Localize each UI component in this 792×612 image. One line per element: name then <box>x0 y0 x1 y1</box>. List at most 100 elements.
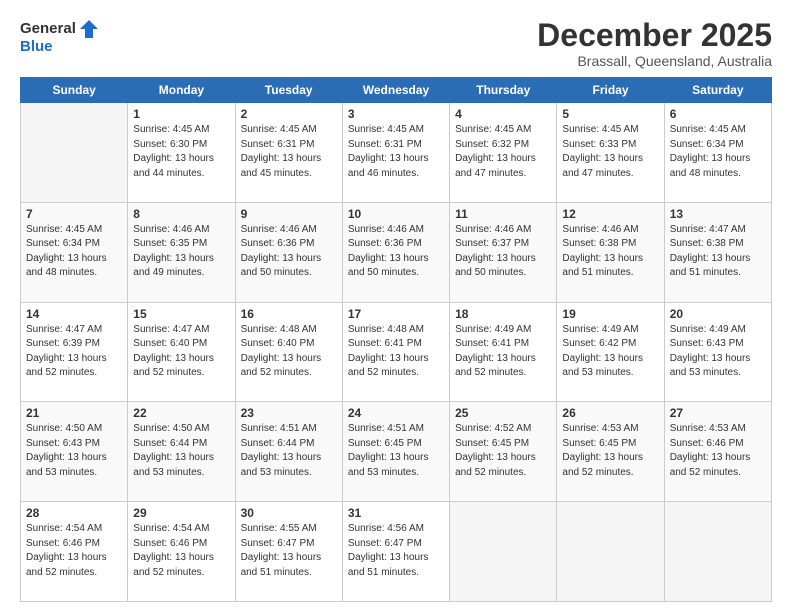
day-number: 30 <box>241 506 337 520</box>
week-row-5: 28 Sunrise: 4:54 AM Sunset: 6:46 PM Dayli… <box>21 502 772 602</box>
day-number: 7 <box>26 207 122 221</box>
weekday-header-wednesday: Wednesday <box>342 78 449 103</box>
day-number: 11 <box>455 207 551 221</box>
cell-info: Sunrise: 4:45 AM Sunset: 6:33 PM Dayligh… <box>562 123 658 181</box>
calendar-cell: 1 Sunrise: 4:45 AM Sunset: 6:30 PM Daylig… <box>128 103 235 203</box>
cell-info: Sunrise: 4:46 AM Sunset: 6:36 PM Dayligh… <box>241 223 337 281</box>
calendar-cell: 28 Sunrise: 4:54 AM Sunset: 6:46 PM Dayli… <box>21 502 128 602</box>
weekday-header-saturday: Saturday <box>664 78 771 103</box>
day-number: 23 <box>241 406 337 420</box>
day-number: 17 <box>348 307 444 321</box>
logo-general-text: General <box>20 20 76 38</box>
calendar-cell: 14 Sunrise: 4:47 AM Sunset: 6:39 PM Dayli… <box>21 302 128 402</box>
calendar-cell: 9 Sunrise: 4:46 AM Sunset: 6:36 PM Daylig… <box>235 202 342 302</box>
cell-info: Sunrise: 4:48 AM Sunset: 6:41 PM Dayligh… <box>348 323 444 381</box>
cell-info: Sunrise: 4:46 AM Sunset: 6:35 PM Dayligh… <box>133 223 229 281</box>
day-number: 1 <box>133 107 229 121</box>
cell-info: Sunrise: 4:47 AM Sunset: 6:40 PM Dayligh… <box>133 323 229 381</box>
day-number: 16 <box>241 307 337 321</box>
calendar-cell <box>450 502 557 602</box>
calendar-cell: 24 Sunrise: 4:51 AM Sunset: 6:45 PM Dayli… <box>342 402 449 502</box>
page: General Blue December 2025 Brassall, Que… <box>0 0 792 612</box>
weekday-header-tuesday: Tuesday <box>235 78 342 103</box>
cell-info: Sunrise: 4:55 AM Sunset: 6:47 PM Dayligh… <box>241 522 337 580</box>
calendar-cell: 21Sunrise: 4:50 AM Sunset: 6:43 PM Dayli… <box>21 402 128 502</box>
month-title: December 2025 <box>537 18 772 53</box>
weekday-header-row: SundayMondayTuesdayWednesdayThursdayFrid… <box>21 78 772 103</box>
week-row-3: 14 Sunrise: 4:47 AM Sunset: 6:39 PM Dayli… <box>21 302 772 402</box>
day-number: 3 <box>348 107 444 121</box>
calendar-cell: 13 Sunrise: 4:47 AM Sunset: 6:38 PM Dayli… <box>664 202 771 302</box>
weekday-header-friday: Friday <box>557 78 664 103</box>
calendar-cell: 5 Sunrise: 4:45 AM Sunset: 6:33 PM Daylig… <box>557 103 664 203</box>
location: Brassall, Queensland, Australia <box>537 53 772 69</box>
day-number: 10 <box>348 207 444 221</box>
calendar-cell <box>664 502 771 602</box>
cell-info: Sunrise: 4:56 AM Sunset: 6:47 PM Dayligh… <box>348 522 444 580</box>
day-number: 28 <box>26 506 122 520</box>
cell-info: Sunrise: 4:45 AM Sunset: 6:30 PM Dayligh… <box>133 123 229 181</box>
cell-info: Sunrise: 4:49 AM Sunset: 6:41 PM Dayligh… <box>455 323 551 381</box>
calendar-cell: 11 Sunrise: 4:46 AM Sunset: 6:37 PM Dayli… <box>450 202 557 302</box>
cell-info: Sunrise: 4:54 AM Sunset: 6:46 PM Dayligh… <box>26 522 122 580</box>
calendar-cell: 23Sunrise: 4:51 AM Sunset: 6:44 PM Dayli… <box>235 402 342 502</box>
cell-info: Sunrise: 4:46 AM Sunset: 6:37 PM Dayligh… <box>455 223 551 281</box>
logo-icon <box>78 18 100 40</box>
header: General Blue December 2025 Brassall, Que… <box>20 18 772 69</box>
weekday-header-thursday: Thursday <box>450 78 557 103</box>
week-row-2: 7 Sunrise: 4:45 AM Sunset: 6:34 PM Daylig… <box>21 202 772 302</box>
cell-info: Sunrise: 4:45 AM Sunset: 6:31 PM Dayligh… <box>348 123 444 181</box>
day-number: 8 <box>133 207 229 221</box>
calendar-cell: 18Sunrise: 4:49 AM Sunset: 6:41 PM Dayli… <box>450 302 557 402</box>
day-number: 29 <box>133 506 229 520</box>
day-number: 14 <box>26 307 122 321</box>
day-number: 5 <box>562 107 658 121</box>
calendar-cell: 4Sunrise: 4:45 AM Sunset: 6:32 PM Daylig… <box>450 103 557 203</box>
calendar-cell: 3 Sunrise: 4:45 AM Sunset: 6:31 PM Daylig… <box>342 103 449 203</box>
day-number: 4 <box>455 107 551 121</box>
calendar-cell: 6Sunrise: 4:45 AM Sunset: 6:34 PM Daylig… <box>664 103 771 203</box>
calendar-cell: 30 Sunrise: 4:55 AM Sunset: 6:47 PM Dayli… <box>235 502 342 602</box>
day-number: 13 <box>670 207 766 221</box>
cell-info: Sunrise: 4:52 AM Sunset: 6:45 PM Dayligh… <box>455 422 551 480</box>
calendar-cell: 27 Sunrise: 4:53 AM Sunset: 6:46 PM Dayli… <box>664 402 771 502</box>
cell-info: Sunrise: 4:45 AM Sunset: 6:31 PM Dayligh… <box>241 123 337 181</box>
logo-blue-text: Blue <box>20 38 53 56</box>
day-number: 2 <box>241 107 337 121</box>
cell-info: Sunrise: 4:46 AM Sunset: 6:36 PM Dayligh… <box>348 223 444 281</box>
calendar-cell: 15 Sunrise: 4:47 AM Sunset: 6:40 PM Dayli… <box>128 302 235 402</box>
cell-info: Sunrise: 4:48 AM Sunset: 6:40 PM Dayligh… <box>241 323 337 381</box>
calendar-cell: 31 Sunrise: 4:56 AM Sunset: 6:47 PM Dayli… <box>342 502 449 602</box>
calendar-cell: 29Sunrise: 4:54 AM Sunset: 6:46 PM Dayli… <box>128 502 235 602</box>
weekday-header-sunday: Sunday <box>21 78 128 103</box>
calendar-cell: 8 Sunrise: 4:46 AM Sunset: 6:35 PM Daylig… <box>128 202 235 302</box>
weekday-header-monday: Monday <box>128 78 235 103</box>
cell-info: Sunrise: 4:45 AM Sunset: 6:34 PM Dayligh… <box>26 223 122 281</box>
cell-info: Sunrise: 4:46 AM Sunset: 6:38 PM Dayligh… <box>562 223 658 281</box>
calendar-cell <box>21 103 128 203</box>
day-number: 9 <box>241 207 337 221</box>
day-number: 6 <box>670 107 766 121</box>
cell-info: Sunrise: 4:47 AM Sunset: 6:39 PM Dayligh… <box>26 323 122 381</box>
day-number: 20 <box>670 307 766 321</box>
calendar-cell: 7 Sunrise: 4:45 AM Sunset: 6:34 PM Daylig… <box>21 202 128 302</box>
calendar-cell: 26Sunrise: 4:53 AM Sunset: 6:45 PM Dayli… <box>557 402 664 502</box>
title-block: December 2025 Brassall, Queensland, Aust… <box>537 18 772 69</box>
day-number: 21 <box>26 406 122 420</box>
week-row-4: 21Sunrise: 4:50 AM Sunset: 6:43 PM Dayli… <box>21 402 772 502</box>
week-row-1: 1 Sunrise: 4:45 AM Sunset: 6:30 PM Daylig… <box>21 103 772 203</box>
day-number: 27 <box>670 406 766 420</box>
day-number: 12 <box>562 207 658 221</box>
day-number: 31 <box>348 506 444 520</box>
day-number: 22 <box>133 406 229 420</box>
calendar-cell: 17 Sunrise: 4:48 AM Sunset: 6:41 PM Dayli… <box>342 302 449 402</box>
cell-info: Sunrise: 4:47 AM Sunset: 6:38 PM Dayligh… <box>670 223 766 281</box>
day-number: 15 <box>133 307 229 321</box>
calendar-cell: 19Sunrise: 4:49 AM Sunset: 6:42 PM Dayli… <box>557 302 664 402</box>
calendar-cell: 16 Sunrise: 4:48 AM Sunset: 6:40 PM Dayli… <box>235 302 342 402</box>
logo: General Blue <box>20 18 100 56</box>
cell-info: Sunrise: 4:53 AM Sunset: 6:45 PM Dayligh… <box>562 422 658 480</box>
cell-info: Sunrise: 4:53 AM Sunset: 6:46 PM Dayligh… <box>670 422 766 480</box>
day-number: 24 <box>348 406 444 420</box>
cell-info: Sunrise: 4:51 AM Sunset: 6:45 PM Dayligh… <box>348 422 444 480</box>
